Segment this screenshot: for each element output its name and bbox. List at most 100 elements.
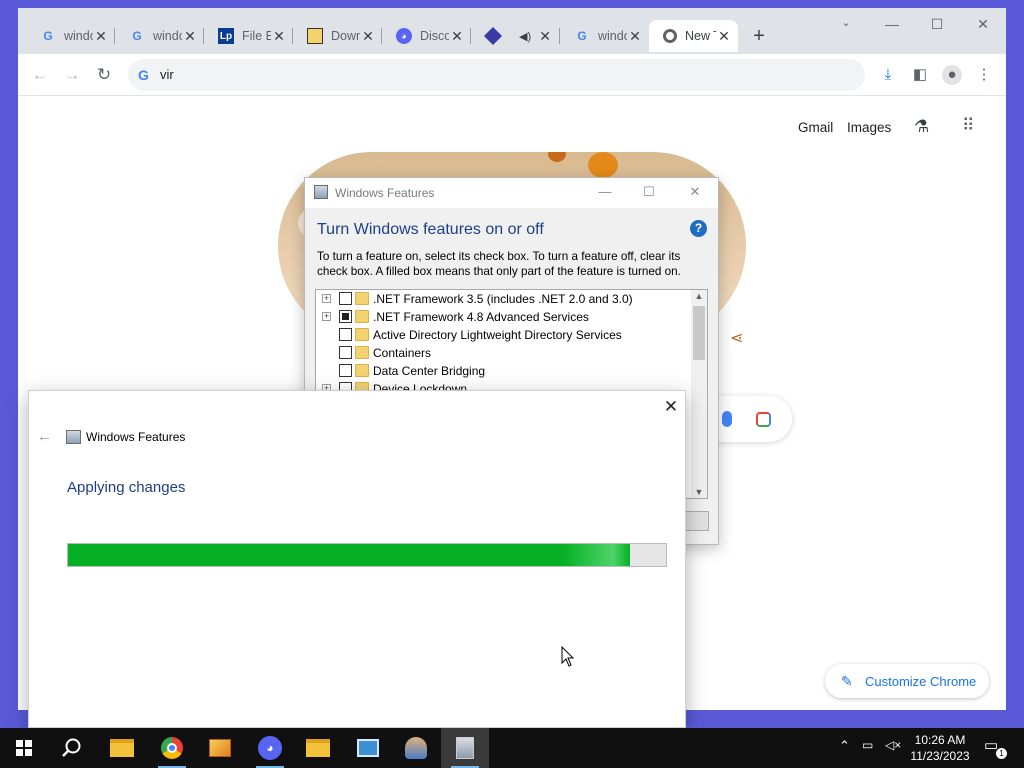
feature-label: .NET Framework 4.8 Advanced Services — [373, 310, 589, 324]
google-icon: G — [132, 29, 142, 43]
images-link[interactable]: Images — [847, 120, 891, 135]
chevron-up-icon[interactable]: ⌃ — [839, 738, 850, 754]
close-icon[interactable]: ✕ — [537, 28, 553, 45]
network-icon[interactable]: ▭ — [862, 738, 873, 752]
customize-chrome-button[interactable]: ✎ Customize Chrome — [825, 664, 989, 698]
feature-row[interactable]: + .NET Framework 4.8 Advanced Services — [316, 308, 692, 326]
taskbar-windows-features[interactable] — [441, 728, 489, 768]
feature-row[interactable]: + .NET Framework 3.5 (includes .NET 2.0 … — [316, 290, 692, 308]
taskbar-folder[interactable] — [294, 728, 342, 768]
feature-checkbox[interactable] — [339, 310, 352, 323]
tab-discord[interactable]: ◕ Discord ✕ — [382, 20, 471, 52]
file-explorer-icon — [110, 739, 134, 757]
scroll-up-icon[interactable]: ▲ — [691, 291, 707, 301]
applying-changes-dialog: ✕ ← Windows Features Applying changes — [28, 390, 686, 728]
omnibox-input[interactable]: vir — [160, 67, 174, 82]
side-panel-icon[interactable]: ◧ — [910, 65, 930, 85]
close-icon[interactable]: ✕ — [716, 28, 732, 45]
back-button[interactable]: ← — [28, 63, 52, 87]
close-icon[interactable]: ✕ — [627, 28, 643, 45]
tab-file-explorer[interactable]: Lp File Explorer ✕ — [204, 20, 293, 52]
new-tab-button[interactable]: + — [748, 25, 770, 47]
scroll-down-icon[interactable]: ▼ — [691, 487, 707, 497]
close-icon[interactable]: ✕ — [271, 28, 287, 45]
progress-bar — [67, 543, 667, 567]
share-icon[interactable]: ⋖ — [730, 328, 743, 348]
control-panel-icon — [357, 739, 379, 757]
folder-icon — [355, 292, 369, 305]
taskbar-users[interactable] — [392, 728, 440, 768]
close-icon[interactable]: ✕ — [449, 28, 465, 45]
feature-row[interactable]: Data Center Bridging — [316, 362, 692, 380]
taskbar-file-explorer[interactable] — [98, 728, 146, 768]
feature-checkbox[interactable] — [339, 292, 352, 305]
dialog-heading: Turn Windows features on or off — [317, 221, 544, 238]
close-icon[interactable]: ✕ — [182, 28, 198, 45]
chrome-icon — [663, 29, 677, 43]
menu-icon[interactable]: ⋮ — [974, 65, 994, 85]
taskbar-clock[interactable]: 10:26 AM 11/23/2023 — [898, 732, 982, 764]
clock-date: 11/23/2023 — [910, 749, 970, 763]
feature-checkbox[interactable] — [339, 328, 352, 341]
feature-row[interactable]: Containers — [316, 344, 692, 362]
tab-windows-features-3[interactable]: G windows features ✕ — [560, 20, 649, 52]
maximize-button[interactable]: ☐ — [925, 16, 949, 33]
dialog-title: Windows Features — [86, 430, 186, 444]
feature-label: Containers — [373, 346, 432, 360]
close-icon[interactable]: ✕ — [661, 397, 681, 417]
close-icon[interactable]: ✕ — [360, 28, 376, 45]
tab-title: Discord — [420, 29, 449, 43]
tab-title: New Tab — [685, 29, 716, 43]
taskbar-control-panel[interactable] — [344, 728, 392, 768]
omnibox[interactable]: G vir — [128, 59, 865, 91]
users-icon — [405, 737, 427, 759]
folder-icon — [355, 310, 369, 323]
taskbar-discord[interactable]: ◕ — [246, 728, 294, 768]
taskbar-photos[interactable] — [196, 728, 244, 768]
tab-windows-features-1[interactable]: G windows features ✕ — [26, 20, 115, 52]
tab-new-tab[interactable]: New Tab ✕ — [649, 20, 738, 52]
minimize-button[interactable]: — — [595, 184, 615, 202]
labs-flask-icon[interactable]: ⚗ — [914, 117, 929, 137]
tab-windows-features-2[interactable]: G windows features ✕ — [115, 20, 204, 52]
google-icon: G — [43, 29, 53, 43]
close-icon[interactable]: ✕ — [93, 28, 109, 45]
tab-search-icon[interactable]: ⌄ — [834, 16, 858, 29]
gmail-link[interactable]: Gmail — [798, 120, 833, 135]
notification-badge: 1 — [996, 748, 1007, 759]
close-window-button[interactable]: ✕ — [971, 16, 995, 33]
feature-checkbox[interactable] — [339, 346, 352, 359]
scroll-thumb[interactable] — [693, 306, 705, 360]
start-button[interactable] — [0, 728, 48, 768]
tab-audio-playing[interactable]: ◀) ✕ — [471, 20, 560, 52]
feature-row[interactable]: Active Directory Lightweight Directory S… — [316, 326, 692, 344]
close-button[interactable]: ✕ — [685, 184, 705, 202]
pumpkin-icon — [588, 152, 618, 178]
search-button[interactable] — [48, 728, 96, 768]
feature-checkbox[interactable] — [339, 364, 352, 377]
expand-icon[interactable]: + — [322, 294, 331, 303]
customize-chrome-label: Customize Chrome — [865, 674, 977, 689]
chrome-icon — [161, 737, 183, 759]
expand-icon[interactable]: + — [322, 312, 331, 321]
feature-label: Data Center Bridging — [373, 364, 486, 378]
status-text: Applying changes — [67, 479, 186, 496]
ok-button[interactable] — [685, 511, 709, 531]
tab-title: Downloads — [331, 29, 360, 43]
tree-scrollbar[interactable]: ▲ ▼ — [691, 290, 707, 498]
forward-button[interactable]: → — [60, 63, 84, 87]
apps-grid-icon[interactable]: ⠿ — [962, 116, 975, 136]
discord-icon: ◕ — [258, 736, 282, 760]
google-lens-icon[interactable] — [756, 412, 771, 427]
microphone-icon[interactable] — [722, 411, 732, 427]
maximize-button[interactable]: ☐ — [639, 184, 659, 202]
minimize-button[interactable]: — — [880, 16, 904, 32]
taskbar-chrome[interactable] — [148, 728, 196, 768]
mouse-cursor-icon — [561, 646, 575, 667]
help-icon[interactable]: ? — [690, 220, 707, 237]
tab-downloads[interactable]: Downloads ✕ — [293, 20, 382, 52]
reload-button[interactable]: ↻ — [92, 63, 116, 87]
speaker-icon[interactable]: ◀) — [519, 30, 531, 43]
download-icon[interactable]: ⤓ — [878, 65, 898, 85]
profile-icon[interactable]: ● — [942, 65, 962, 85]
